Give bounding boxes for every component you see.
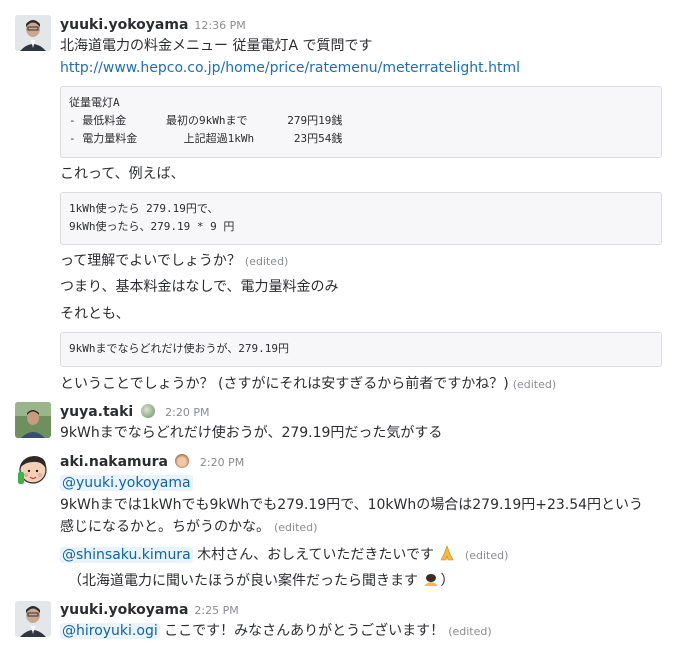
edited-label: (edited) bbox=[512, 378, 557, 391]
message-text: それとも、 bbox=[60, 306, 130, 322]
avatar-yuya[interactable] bbox=[15, 402, 51, 438]
username[interactable]: yuuki.yokoyama bbox=[60, 602, 188, 618]
mention-shinsaku[interactable]: @shinsaku.kimura bbox=[60, 547, 193, 563]
message-text: （北海道電力に聞いたほうが良い案件だったら聞きます bbox=[68, 573, 418, 589]
edited-label: (edited) bbox=[274, 521, 318, 534]
message-text: つまり、基本料金はなしで、電力量料金のみ bbox=[60, 279, 339, 295]
message-text: 木村さん、おしえていただきたいです bbox=[192, 547, 434, 563]
timestamp[interactable]: 2:20 PM bbox=[200, 456, 244, 469]
see-no-evil-monkey-icon bbox=[175, 454, 190, 468]
username[interactable]: aki.nakamura bbox=[60, 454, 168, 470]
mention-hiroyuki[interactable]: @hiroyuki.ogi bbox=[60, 623, 160, 639]
username[interactable]: yuuki.yokoyama bbox=[60, 17, 188, 33]
edited-label: (edited) bbox=[464, 549, 509, 562]
message-text: 9kWhまでならどれだけ使おうが、279.19円だった気がする bbox=[60, 425, 443, 441]
timestamp[interactable]: 12:36 PM bbox=[194, 19, 245, 32]
edited-label: (edited) bbox=[448, 625, 492, 638]
globe-status-icon bbox=[140, 404, 155, 418]
timestamp[interactable]: 2:20 PM bbox=[165, 406, 209, 419]
code-block-example: 1kWh使ったら 279.19円で、 9kWh使ったら、279.19 * 9 円 bbox=[60, 192, 662, 245]
bowing-person-icon bbox=[422, 570, 440, 588]
username[interactable]: yuya.taki bbox=[60, 404, 133, 420]
code-block-rates: 従量電灯A - 最低料金 最初の9kWhまで 279円19銭 - 電力量料金 上… bbox=[60, 86, 662, 158]
message-text: って理解でよいでしょうか？ bbox=[60, 253, 241, 269]
message-text: ここです！みなさんありがとうございます！ bbox=[159, 623, 445, 639]
folded-hands-icon bbox=[438, 544, 456, 562]
hepco-link[interactable]: http://www.hepco.co.jp/home/price/rateme… bbox=[60, 60, 520, 76]
message-text: ） bbox=[440, 573, 455, 589]
message-text: 感じになるかと。ちがうのかな。 bbox=[60, 519, 270, 535]
avatar-aki[interactable] bbox=[15, 452, 51, 488]
mention-yuuki[interactable]: @yuuki.yokoyama bbox=[60, 475, 193, 491]
code-block-flat: 9kWhまでならどれだけ使おうが、279.19円 bbox=[60, 332, 662, 367]
message-text: ということでしょうか？ (さすがにそれは安すぎるから前者ですかね？) bbox=[60, 376, 509, 392]
message-text: 9kWhまでは1kWhでも9kWhでも279.19円で、10kWhの場合は279… bbox=[60, 497, 644, 513]
timestamp[interactable]: 2:25 PM bbox=[194, 604, 238, 617]
message-text: これって、例えば、 bbox=[60, 166, 185, 182]
avatar-yuuki[interactable] bbox=[15, 15, 51, 51]
avatar-yuuki[interactable] bbox=[15, 601, 51, 637]
edited-label: (edited) bbox=[244, 255, 289, 268]
message-text: 北海道電力の料金メニュー 従量電灯A で質問です bbox=[60, 38, 373, 54]
